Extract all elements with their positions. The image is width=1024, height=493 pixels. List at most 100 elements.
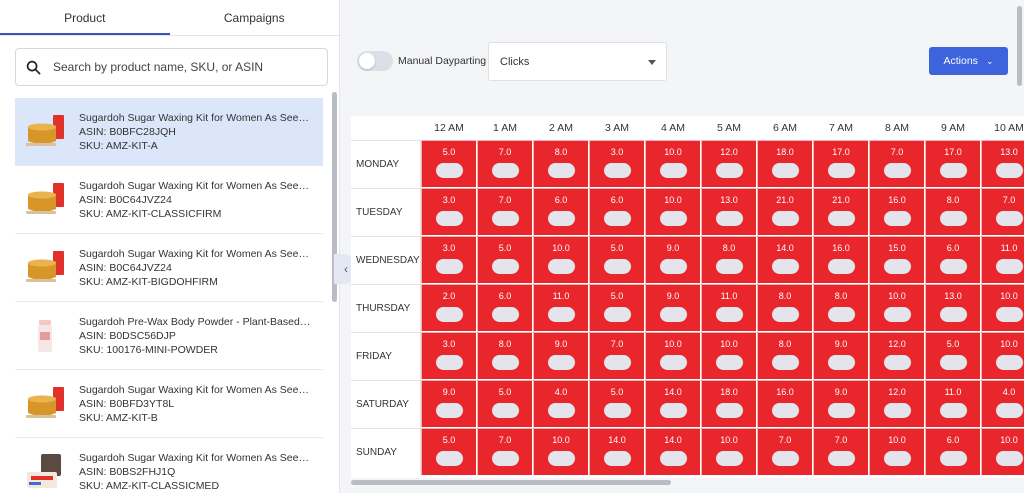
hour-cell[interactable]: 6.0: [477, 284, 533, 332]
cell-toggle[interactable]: [547, 259, 575, 274]
cell-toggle[interactable]: [995, 211, 1023, 226]
hour-cell[interactable]: 13.0: [925, 284, 981, 332]
hour-cell[interactable]: 14.0: [645, 380, 701, 428]
hour-cell[interactable]: 14.0: [757, 236, 813, 284]
cell-toggle[interactable]: [827, 163, 855, 178]
hour-cell[interactable]: 5.0: [477, 236, 533, 284]
hour-cell[interactable]: 3.0: [421, 236, 477, 284]
cell-toggle[interactable]: [491, 163, 519, 178]
hour-cell[interactable]: 11.0: [981, 236, 1024, 284]
cell-toggle[interactable]: [771, 211, 799, 226]
hour-cell[interactable]: 17.0: [925, 140, 981, 188]
hour-cell[interactable]: 7.0: [477, 428, 533, 476]
cell-toggle[interactable]: [659, 307, 687, 322]
cell-toggle[interactable]: [547, 307, 575, 322]
grid-horizontal-scrollbar[interactable]: [351, 480, 671, 485]
cell-toggle[interactable]: [603, 163, 631, 178]
cell-toggle[interactable]: [883, 211, 911, 226]
hour-cell[interactable]: 5.0: [589, 284, 645, 332]
cell-toggle[interactable]: [939, 211, 967, 226]
hour-cell[interactable]: 3.0: [589, 140, 645, 188]
cell-toggle[interactable]: [435, 259, 463, 274]
cell-toggle[interactable]: [715, 307, 743, 322]
hour-cell[interactable]: 5.0: [589, 236, 645, 284]
cell-toggle[interactable]: [603, 355, 631, 370]
cell-toggle[interactable]: [659, 403, 687, 418]
cell-toggle[interactable]: [939, 355, 967, 370]
hour-cell[interactable]: 6.0: [925, 236, 981, 284]
hour-cell[interactable]: 7.0: [477, 140, 533, 188]
hour-cell[interactable]: 9.0: [813, 332, 869, 380]
hour-cell[interactable]: 4.0: [533, 380, 589, 428]
hour-cell[interactable]: 21.0: [757, 188, 813, 236]
hour-cell[interactable]: 10.0: [981, 332, 1024, 380]
hour-cell[interactable]: 10.0: [869, 428, 925, 476]
cell-toggle[interactable]: [771, 259, 799, 274]
cell-toggle[interactable]: [435, 451, 463, 466]
cell-toggle[interactable]: [771, 451, 799, 466]
cell-toggle[interactable]: [715, 403, 743, 418]
hour-cell[interactable]: 5.0: [421, 428, 477, 476]
cell-toggle[interactable]: [491, 403, 519, 418]
product-list-item[interactable]: Sugardoh Sugar Waxing Kit for Women As S…: [15, 370, 323, 438]
hour-cell[interactable]: 16.0: [869, 188, 925, 236]
cell-toggle[interactable]: [435, 355, 463, 370]
cell-toggle[interactable]: [715, 163, 743, 178]
cell-toggle[interactable]: [435, 163, 463, 178]
cell-toggle[interactable]: [883, 451, 911, 466]
hour-cell[interactable]: 9.0: [421, 380, 477, 428]
hour-cell[interactable]: 3.0: [421, 188, 477, 236]
hour-cell[interactable]: 14.0: [589, 428, 645, 476]
cell-toggle[interactable]: [547, 163, 575, 178]
cell-toggle[interactable]: [827, 451, 855, 466]
cell-toggle[interactable]: [603, 403, 631, 418]
hour-cell[interactable]: 6.0: [925, 428, 981, 476]
hour-cell[interactable]: 21.0: [813, 188, 869, 236]
hour-cell[interactable]: 7.0: [589, 332, 645, 380]
cell-toggle[interactable]: [883, 163, 911, 178]
cell-toggle[interactable]: [883, 259, 911, 274]
cell-toggle[interactable]: [603, 307, 631, 322]
hour-cell[interactable]: 12.0: [869, 380, 925, 428]
hour-cell[interactable]: 14.0: [645, 428, 701, 476]
hour-cell[interactable]: 10.0: [981, 428, 1024, 476]
cell-toggle[interactable]: [827, 403, 855, 418]
cell-toggle[interactable]: [883, 355, 911, 370]
cell-toggle[interactable]: [547, 403, 575, 418]
hour-cell[interactable]: 10.0: [645, 140, 701, 188]
hour-cell[interactable]: 13.0: [701, 188, 757, 236]
hour-cell[interactable]: 12.0: [869, 332, 925, 380]
hour-cell[interactable]: 10.0: [701, 332, 757, 380]
hour-cell[interactable]: 17.0: [813, 140, 869, 188]
cell-toggle[interactable]: [715, 211, 743, 226]
tab-campaigns[interactable]: Campaigns: [170, 0, 340, 35]
cell-toggle[interactable]: [491, 451, 519, 466]
hour-cell[interactable]: 9.0: [533, 332, 589, 380]
cell-toggle[interactable]: [939, 259, 967, 274]
metric-select[interactable]: Clicks: [488, 42, 667, 81]
product-list-item[interactable]: Sugardoh Sugar Waxing Kit for Women As S…: [15, 234, 323, 302]
cell-toggle[interactable]: [995, 403, 1023, 418]
cell-toggle[interactable]: [603, 259, 631, 274]
hour-cell[interactable]: 8.0: [925, 188, 981, 236]
cell-toggle[interactable]: [659, 451, 687, 466]
cell-toggle[interactable]: [435, 307, 463, 322]
hour-cell[interactable]: 10.0: [533, 428, 589, 476]
hour-cell[interactable]: 5.0: [925, 332, 981, 380]
hour-cell[interactable]: 2.0: [421, 284, 477, 332]
actions-button[interactable]: Actions ⌄: [929, 47, 1008, 75]
cell-toggle[interactable]: [995, 259, 1023, 274]
page-scrollbar[interactable]: [1017, 6, 1022, 86]
cell-toggle[interactable]: [771, 403, 799, 418]
cell-toggle[interactable]: [771, 355, 799, 370]
hour-cell[interactable]: 7.0: [757, 428, 813, 476]
cell-toggle[interactable]: [827, 355, 855, 370]
hour-cell[interactable]: 9.0: [813, 380, 869, 428]
hour-cell[interactable]: 8.0: [757, 332, 813, 380]
hour-cell[interactable]: 8.0: [757, 284, 813, 332]
hour-cell[interactable]: 10.0: [533, 236, 589, 284]
tab-product[interactable]: Product: [0, 0, 170, 35]
cell-toggle[interactable]: [715, 355, 743, 370]
hour-cell[interactable]: 7.0: [477, 188, 533, 236]
hour-cell[interactable]: 18.0: [701, 380, 757, 428]
